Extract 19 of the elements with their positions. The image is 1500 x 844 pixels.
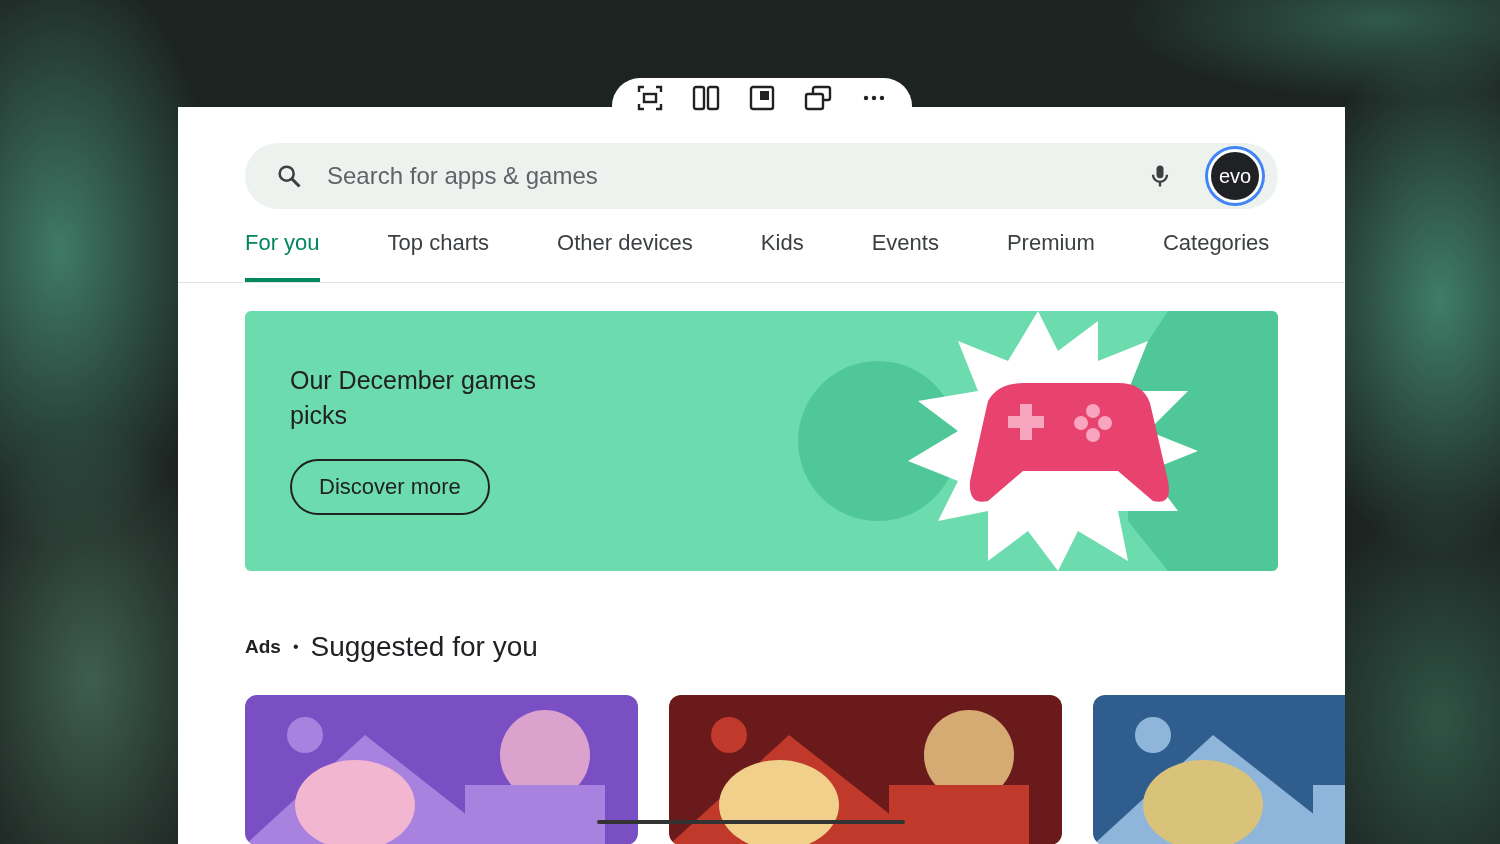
search-field[interactable]: Search for apps & games evo	[245, 143, 1278, 209]
search-icon	[275, 162, 303, 190]
tab[interactable]: Premium	[1006, 225, 1095, 282]
account-avatar[interactable]: evo	[1208, 149, 1262, 203]
banner-title: Our December games picks	[290, 365, 537, 431]
separator-dot: •	[292, 638, 299, 656]
picture-in-picture-icon[interactable]	[748, 84, 776, 112]
section-title: Suggested for you	[310, 631, 538, 663]
ads-label: Ads	[245, 636, 281, 658]
floating-window-icon[interactable]	[804, 84, 832, 112]
tab[interactable]: For you	[245, 225, 320, 282]
split-screen-icon[interactable]	[692, 84, 720, 112]
tab[interactable]: Other devices	[557, 225, 693, 282]
tab[interactable]: Kids	[760, 225, 804, 282]
tab[interactable]: Events	[871, 225, 939, 282]
tab[interactable]: Categories	[1162, 225, 1270, 282]
fullscreen-icon[interactable]	[636, 84, 664, 112]
tab[interactable]: Top charts	[387, 225, 490, 282]
discover-button[interactable]: Discover more	[290, 459, 490, 515]
